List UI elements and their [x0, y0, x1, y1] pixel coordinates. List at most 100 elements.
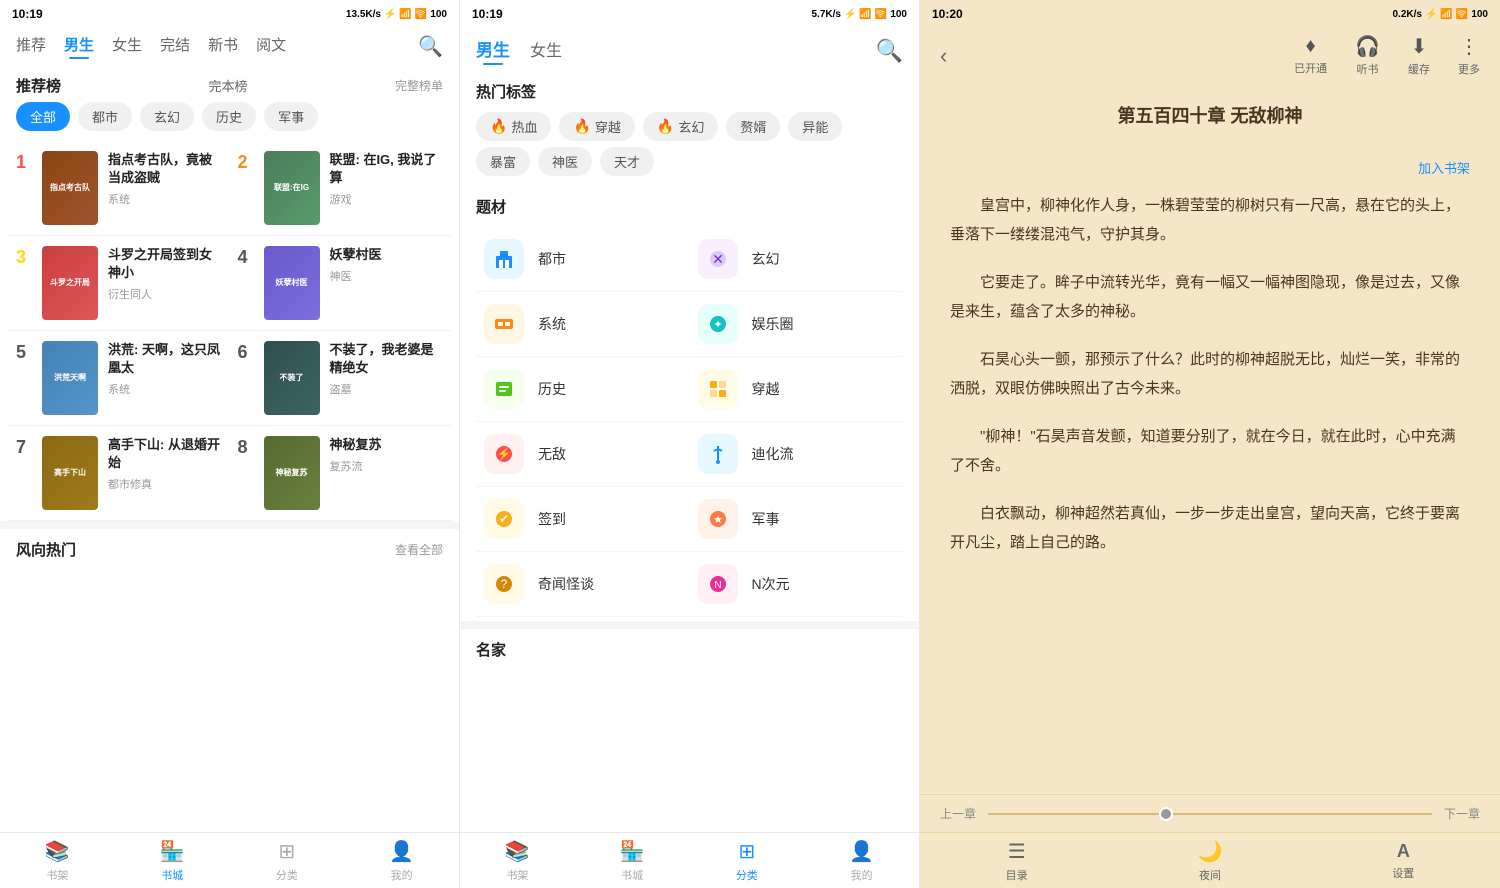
tool-label-listen: 听书 — [1357, 61, 1379, 77]
genre-qiandao[interactable]: ✔ 签到 — [476, 487, 690, 552]
tool-already-open[interactable]: ♦ 已开通 — [1294, 35, 1327, 76]
book-item-1[interactable]: 1 指点考古队 指点考古队，竟被当成盗贼 系统 — [8, 141, 230, 236]
hot-tag-yineng[interactable]: 异能 — [788, 112, 842, 141]
tool-more[interactable]: ⋮ 更多 — [1458, 34, 1480, 77]
filter-fantasy[interactable]: 玄幻 — [140, 102, 194, 131]
wind-header: 风向热门 查看全部 — [16, 529, 443, 566]
book-tag-4: 神医 — [330, 268, 444, 284]
genre-xuanhuan[interactable]: ✕ 玄幻 — [690, 227, 904, 292]
book-item-2[interactable]: 2 联盟:在IG 联盟: 在IG, 我说了算 游戏 — [230, 141, 452, 236]
hot-tag-tiancai[interactable]: 天才 — [600, 147, 654, 176]
status-bar-1: 10:19 13.5K/s ⚡ 📶 🛜 100 — [0, 0, 459, 28]
book-item-8[interactable]: 8 神秘复苏 神秘复苏 复苏流 — [230, 426, 452, 521]
toc-label: 目录 — [1006, 867, 1028, 883]
tab-recommend[interactable]: 推荐 — [16, 34, 46, 59]
genre-dihua[interactable]: 迪化流 — [690, 422, 904, 487]
genre-nciyuan[interactable]: N N次元 — [690, 552, 904, 617]
divider-1 — [0, 521, 459, 529]
tab-female[interactable]: 女生 — [112, 34, 142, 59]
panel2-scroll[interactable]: 热门标签 🔥 热血 🔥 穿越 🔥 玄幻 赘婿 异能 — [460, 73, 919, 832]
nav-profile-2[interactable]: 👤 我的 — [804, 839, 919, 883]
tab-new[interactable]: 新书 — [208, 34, 238, 59]
book-cover-5: 洪荒天啊 — [42, 341, 98, 415]
filter-history[interactable]: 历史 — [202, 102, 256, 131]
panel-browse: 10:19 13.5K/s ⚡ 📶 🛜 100 推荐 男生 女生 完结 新书 阅… — [0, 0, 460, 888]
tab-male-2[interactable]: 男生 — [476, 36, 510, 65]
genre-icon-yulequan: ✦ — [698, 304, 738, 344]
svg-text:N: N — [714, 580, 721, 591]
book-tag-1: 系统 — [108, 191, 222, 207]
genre-dushi[interactable]: 都市 — [476, 227, 690, 292]
genre-name-xuanhuan: 玄幻 — [752, 249, 780, 269]
hot-tag-hotblood[interactable]: 🔥 热血 — [476, 112, 551, 141]
genre-junshi[interactable]: ★ 军事 — [690, 487, 904, 552]
filter-military[interactable]: 军事 — [264, 102, 318, 131]
genre-icon-wudi: ⚡ — [484, 434, 524, 474]
genre-chuanyue[interactable]: 穿越 — [690, 357, 904, 422]
night-label: 夜间 — [1199, 867, 1221, 883]
book-item-4[interactable]: 4 妖孽村医 妖孽村医 神医 — [230, 236, 452, 331]
reading-nav-toc[interactable]: ☰ 目录 — [920, 839, 1113, 883]
genre-icon-junshi: ★ — [698, 499, 738, 539]
status-icons-2: 5.7K/s ⚡ 📶 🛜 100 — [811, 9, 907, 20]
book-tag-6: 盗墓 — [330, 381, 444, 397]
hot-tag-xuanhuan[interactable]: 🔥 玄幻 — [643, 112, 718, 141]
reading-content[interactable]: 第五百四十章 无敌柳神 加入书架 皇宫中，柳神化作人身，一株碧莹莹的柳树只有一尺… — [920, 83, 1500, 794]
nav-bookshelf-1[interactable]: 📚 书架 — [0, 839, 115, 883]
progress-thumb[interactable] — [1159, 807, 1173, 821]
panel1-scroll[interactable]: 推荐榜 完本榜 完整榜单 全部 都市 玄幻 历史 军事 1 指点考古队 指点考古… — [0, 65, 459, 832]
progress-bar[interactable] — [988, 813, 1432, 815]
genre-xitong[interactable]: 系统 — [476, 292, 690, 357]
genre-lishi[interactable]: 历史 — [476, 357, 690, 422]
back-button[interactable]: ‹ — [940, 43, 947, 69]
tool-cache[interactable]: ⬇ 缓存 — [1408, 34, 1430, 77]
reading-header: ‹ ♦ 已开通 🎧 听书 ⬇ 缓存 ⋮ 更多 — [920, 28, 1500, 83]
nav-profile-1[interactable]: 👤 我的 — [344, 839, 459, 883]
nav-bookstore-1[interactable]: 🏪 书城 — [115, 839, 230, 883]
next-chapter-label: 下一章 — [1444, 805, 1480, 822]
tool-listen[interactable]: 🎧 听书 — [1355, 34, 1380, 77]
status-time-2: 10:19 — [472, 7, 503, 21]
nav-category-1[interactable]: ⊞ 分类 — [230, 839, 345, 883]
search-icon-1[interactable]: 🔍 — [418, 34, 443, 59]
tab-male[interactable]: 男生 — [64, 34, 94, 59]
profile-icon-2: 👤 — [849, 839, 874, 864]
genre-yulequan[interactable]: ✦ 娱乐圈 — [690, 292, 904, 357]
join-bookshelf-btn[interactable]: 加入书架 — [1418, 161, 1470, 176]
hot-tag-baofu[interactable]: 暴富 — [476, 147, 530, 176]
book-item-3[interactable]: 3 斗罗之开局 斗罗之开局签到女神小 衍生同人 — [8, 236, 230, 331]
genre-qiwen[interactable]: ? 奇闻怪谈 — [476, 552, 690, 617]
status-icons-3: 0.2K/s ⚡ 📶 🛜 100 — [1392, 9, 1488, 20]
filter-urban[interactable]: 都市 — [78, 102, 132, 131]
book-item-7[interactable]: 7 高手下山 高手下山: 从退婚开始 都市修真 — [8, 426, 230, 521]
vip-icon: ♦ — [1305, 35, 1315, 58]
reading-nav-night[interactable]: 🌙 夜间 — [1113, 839, 1306, 883]
bookstore-icon-1: 🏪 — [160, 839, 185, 864]
svg-text:✦: ✦ — [713, 319, 722, 331]
nav-bookstore-2[interactable]: 🏪 书城 — [575, 839, 690, 883]
wind-link[interactable]: 查看全部 — [395, 541, 443, 558]
reading-para-2: 石昊心头一颤，那预示了什么？此时的柳神超脱无比，灿烂一笑，非常的洒脱，双眼仿佛映… — [950, 346, 1470, 403]
bookshelf-label-1: 书架 — [46, 867, 68, 883]
tab-yuewen[interactable]: 阅文 — [256, 34, 286, 59]
genre-name-dushi: 都市 — [538, 249, 566, 269]
book-item-6[interactable]: 6 不装了 不装了，我老婆是精绝女 盗墓 — [230, 331, 452, 426]
genre-icon-dihua — [698, 434, 738, 474]
prev-chapter-label: 上一章 — [940, 805, 976, 822]
hot-tag-shenyi[interactable]: 神医 — [538, 147, 592, 176]
genre-wudi[interactable]: ⚡ 无敌 — [476, 422, 690, 487]
book-title-5: 洪荒: 天啊，这只凤凰太 — [108, 341, 222, 377]
search-icon-2[interactable]: 🔍 — [876, 38, 903, 64]
rank-link[interactable]: 完整榜单 — [395, 77, 443, 94]
nav-bookshelf-2[interactable]: 📚 书架 — [460, 839, 575, 883]
hot-tag-transmigration[interactable]: 🔥 穿越 — [559, 112, 634, 141]
bookshelf-icon-1: 📚 — [45, 839, 70, 864]
profile-label-1: 我的 — [391, 867, 413, 883]
nav-category-2[interactable]: ⊞ 分类 — [690, 839, 805, 883]
tab-finished[interactable]: 完结 — [160, 34, 190, 59]
filter-all[interactable]: 全部 — [16, 102, 70, 131]
hot-tag-zhuixu[interactable]: 赘婿 — [726, 112, 780, 141]
tab-female-2[interactable]: 女生 — [530, 37, 562, 65]
reading-nav-settings[interactable]: A 设置 — [1307, 841, 1500, 881]
book-item-5[interactable]: 5 洪荒天啊 洪荒: 天啊，这只凤凰太 系统 — [8, 331, 230, 426]
